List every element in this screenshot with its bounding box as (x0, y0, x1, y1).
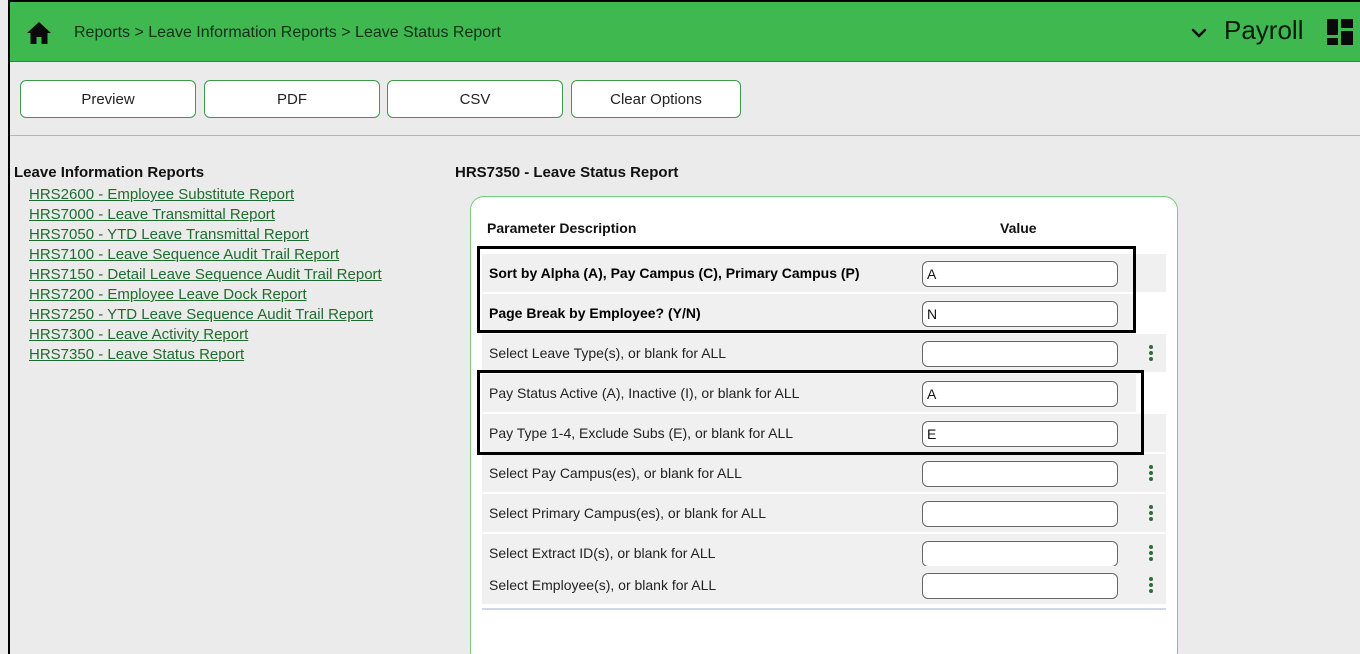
kebab-menu-icon[interactable] (1148, 576, 1154, 594)
kebab-menu-icon[interactable] (1148, 464, 1154, 482)
sidebar-title: Leave Information Reports (14, 164, 205, 181)
toolbar-divider (10, 135, 1360, 136)
parameter-row-pay-type: Pay Type 1-4, Exclude Subs (E), or blank… (482, 414, 1166, 452)
leave-type-input[interactable] (922, 341, 1118, 367)
grid-icon[interactable] (1326, 18, 1354, 46)
sidebar-report-list: HRS2600 - Employee Substitute Report HRS… (29, 185, 382, 365)
sidebar-item-hrs2600[interactable]: HRS2600 - Employee Substitute Report (29, 185, 382, 205)
sort-order-input[interactable] (922, 261, 1118, 287)
parameter-row-pay-status: Pay Status Active (A), Inactive (I), or … (482, 374, 1166, 412)
sidebar-item-hrs7250[interactable]: HRS7250 - YTD Leave Sequence Audit Trail… (29, 305, 382, 325)
home-icon[interactable] (26, 21, 52, 45)
pay-campus-input[interactable] (922, 461, 1118, 487)
sidebar-item-hrs7100[interactable]: HRS7100 - Leave Sequence Audit Trail Rep… (29, 245, 382, 265)
parameter-label: Select Employee(s), or blank for ALL (482, 566, 910, 604)
report-title: HRS7350 - Leave Status Report (455, 164, 679, 181)
clear-options-button[interactable]: Clear Options (571, 80, 741, 118)
parameter-label: Sort by Alpha (A), Pay Campus (C), Prima… (482, 254, 910, 292)
kebab-menu-icon[interactable] (1148, 544, 1154, 562)
top-nav-bar: Reports > Leave Information Reports > Le… (10, 2, 1360, 62)
preview-button[interactable]: Preview (20, 80, 196, 118)
chevron-down-icon[interactable] (1190, 24, 1208, 42)
app-name[interactable]: Payroll (1224, 15, 1303, 46)
parameter-label: Pay Type 1-4, Exclude Subs (E), or blank… (482, 414, 910, 452)
csv-button[interactable]: CSV (387, 80, 563, 118)
pdf-button[interactable]: PDF (204, 80, 380, 118)
parameter-row-page-break: Page Break by Employee? (Y/N) (482, 294, 1166, 332)
parameter-row-pay-campus: Select Pay Campus(es), or blank for ALL (482, 454, 1166, 492)
parameter-label: Select Pay Campus(es), or blank for ALL (482, 454, 910, 492)
parameter-label: Select Primary Campus(es), or blank for … (482, 494, 910, 532)
parameter-label: Pay Status Active (A), Inactive (I), or … (482, 374, 910, 412)
window-border-left (8, 0, 10, 654)
parameter-label: Page Break by Employee? (Y/N) (482, 294, 910, 332)
parameter-row-sort: Sort by Alpha (A), Pay Campus (C), Prima… (482, 254, 1166, 292)
sidebar-item-hrs7300[interactable]: HRS7300 - Leave Activity Report (29, 325, 382, 345)
pay-status-input[interactable] (922, 381, 1118, 407)
page-break-input[interactable] (922, 301, 1118, 327)
employee-input[interactable] (922, 573, 1118, 599)
parameter-row-leave-type: Select Leave Type(s), or blank for ALL (482, 334, 1166, 372)
extract-id-input[interactable] (922, 541, 1118, 567)
pay-type-input[interactable] (922, 421, 1118, 447)
primary-campus-input[interactable] (922, 501, 1118, 527)
sidebar-item-hrs7050[interactable]: HRS7050 - YTD Leave Transmittal Report (29, 225, 382, 245)
kebab-menu-icon[interactable] (1148, 344, 1154, 362)
parameter-row-primary-campus: Select Primary Campus(es), or blank for … (482, 494, 1166, 532)
row-extra-cell (1136, 254, 1166, 292)
column-header-value: Value (1000, 220, 1037, 236)
row-extra-cell (1136, 414, 1166, 452)
parameter-label: Select Leave Type(s), or blank for ALL (482, 334, 910, 372)
table-bottom-border (482, 608, 1166, 610)
sidebar-item-hrs7200[interactable]: HRS7200 - Employee Leave Dock Report (29, 285, 382, 305)
breadcrumb: Reports > Leave Information Reports > Le… (74, 24, 501, 41)
kebab-menu-icon[interactable] (1148, 504, 1154, 522)
sidebar-item-hrs7000[interactable]: HRS7000 - Leave Transmittal Report (29, 205, 382, 225)
sidebar-item-hrs7150[interactable]: HRS7150 - Detail Leave Sequence Audit Tr… (29, 265, 382, 285)
column-header-description: Parameter Description (487, 220, 637, 236)
parameter-row-employee: Select Employee(s), or blank for ALL (482, 566, 1166, 604)
sidebar-item-hrs7350[interactable]: HRS7350 - Leave Status Report (29, 345, 382, 365)
